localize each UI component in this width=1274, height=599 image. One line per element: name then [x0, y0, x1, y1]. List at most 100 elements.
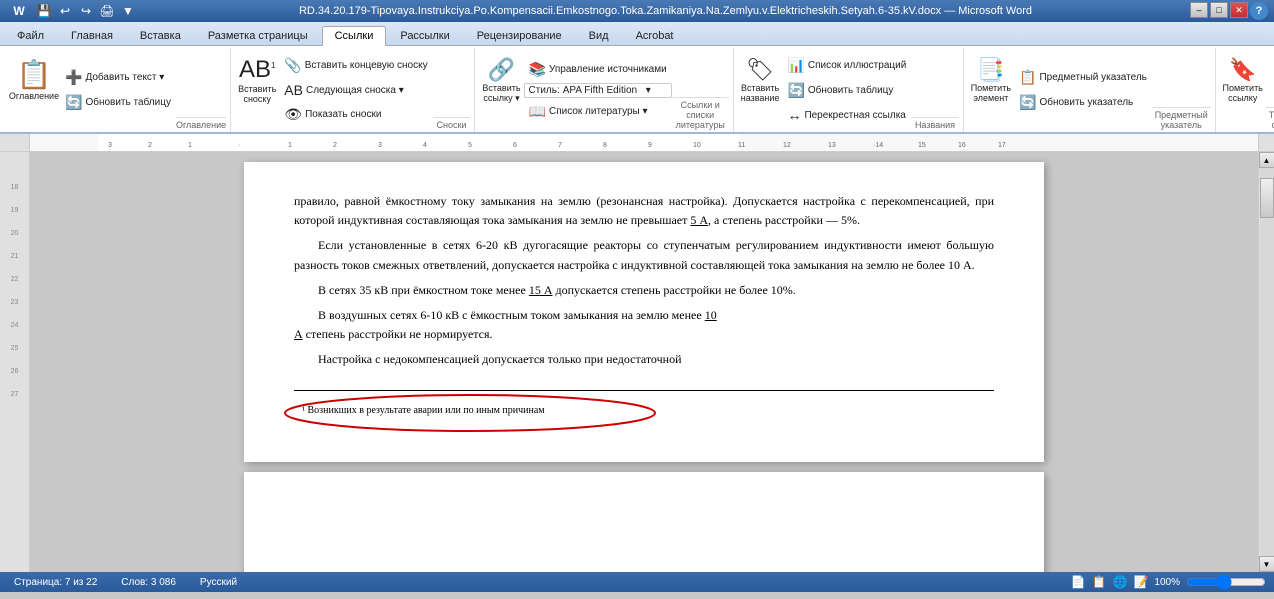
update-table-captions-button[interactable]: 🔄 Обновить таблицу [782, 79, 911, 102]
view-print-icon[interactable]: 📄 [1071, 575, 1086, 589]
document-text[interactable]: правило, равной ёмкостному току замыкани… [294, 192, 994, 423]
quick-access-toolbar: W 💾 ↩ ↪ 🖨 ▼ [6, 0, 141, 22]
cross-reference-button[interactable]: ↔ Перекрестная ссылка [782, 104, 911, 126]
ribbon-group-toc: 📋 Оглавление ➕ Добавить текст ▾ 🔄 Обнови… [4, 48, 231, 132]
customize-quick-access-icon[interactable]: ▼ [119, 2, 137, 20]
index-label: Предметный указатель [1039, 72, 1146, 83]
save-icon[interactable]: 💾 [35, 2, 53, 20]
ruler-num: 18 [11, 184, 19, 191]
tab-view[interactable]: Вид [576, 26, 622, 45]
title-bar-controls: – □ ✕ ? [1190, 2, 1268, 20]
update-table-captions-label: Обновить таблицу [808, 85, 894, 96]
insert-citation-button[interactable]: 🔗 Вставитьссылку ▾ [479, 50, 523, 112]
next-footnote-button[interactable]: AB Следующая сноска ▾ [279, 79, 432, 101]
help-button[interactable]: ? [1250, 2, 1268, 20]
right-scrollbar[interactable]: ▲ ▼ [1258, 152, 1274, 572]
tab-acrobat[interactable]: Acrobat [623, 26, 687, 45]
index-group-label: Предметный указатель [1152, 107, 1211, 130]
ruler-scroll-corner [1258, 134, 1274, 151]
insert-footnote-button[interactable]: AB1 Вставитьсноску [235, 50, 279, 112]
language[interactable]: Русский [194, 576, 243, 589]
add-text-button[interactable]: ➕ Добавить текст ▾ [60, 66, 176, 89]
svg-text:15: 15 [918, 142, 926, 149]
svg-text:·14: ·14 [873, 142, 883, 149]
footnote-area: ¹ Возникших в результате аварии или по и… [294, 390, 994, 423]
close-button[interactable]: ✕ [1230, 2, 1248, 18]
style-dropdown-arrow[interactable]: ▾ [646, 85, 651, 96]
svg-text:5: 5 [468, 142, 472, 149]
ruler-num: 21 [11, 253, 19, 260]
insert-endnote-button[interactable]: 📎 Вставить концевую сноску [279, 54, 432, 77]
insert-citation-label: Вставитьссылку ▾ [482, 83, 520, 104]
style-dropdown[interactable]: Стиль: APA Fifth Edition ▾ [524, 83, 672, 98]
svg-text:13: 13 [828, 142, 836, 149]
footnote-text: ¹ Возникших в результате аварии или по и… [294, 399, 553, 423]
toc-button[interactable]: 📋 Оглавление [8, 50, 60, 112]
bibliography-label: Список литературы ▾ [549, 106, 648, 117]
update-index-button[interactable]: 🔄 Обновить указатель [1014, 91, 1152, 114]
mark-entry-label: Пометитьэлемент [971, 83, 1011, 103]
scroll-down-button[interactable]: ▼ [1259, 556, 1274, 572]
ruler-num: 22 [11, 276, 19, 283]
status-bar: Страница: 7 из 22 Слов: 3 086 Русский 📄 … [0, 572, 1274, 592]
view-fullscreen-icon[interactable]: 📋 [1092, 575, 1107, 589]
insert-endnote-label: Вставить концевую сноску [305, 60, 428, 71]
next-footnote-label: Следующая сноска ▾ [306, 85, 404, 96]
svg-text:7: 7 [558, 142, 562, 149]
underline-15a: 15 А [529, 283, 553, 297]
scroll-thumb[interactable] [1260, 178, 1274, 218]
scroll-track [1260, 168, 1274, 556]
tab-references[interactable]: Ссылки [322, 26, 387, 46]
view-web-icon[interactable]: 🌐 [1113, 575, 1128, 589]
update-table-captions-icon: 🔄 [787, 82, 804, 99]
mark-citation-button[interactable]: 🔖 Пометитьссылку [1220, 50, 1266, 112]
svg-text:16: 16 [958, 142, 966, 149]
bibliography-button[interactable]: 📖 Список литературы ▾ [524, 100, 672, 123]
ruler-num: 26 [11, 368, 19, 375]
zoom-level: 100% [1154, 577, 1180, 588]
tab-review[interactable]: Рецензирование [464, 26, 575, 45]
zoom-slider[interactable] [1186, 576, 1266, 588]
title-bar-text: RD.34.20.179-Tipovaya.Instrukciya.Po.Kom… [141, 5, 1190, 17]
svg-text:2: 2 [333, 142, 337, 149]
style-value[interactable]: APA Fifth Edition [563, 85, 643, 96]
minimize-button[interactable]: – [1190, 2, 1208, 18]
show-notes-button[interactable]: 👁 Показать сноски [279, 103, 432, 126]
update-table-toc-button[interactable]: 🔄 Обновить таблицу [60, 91, 176, 114]
svg-text:1: 1 [188, 142, 192, 149]
tab-page-layout[interactable]: Разметка страницы [195, 26, 321, 45]
ribbon-tabs: Файл Главная Вставка Разметка страницы С… [0, 22, 1274, 46]
paragraph-4: В воздушных сетях 6-10 кВ с ёмкостным то… [294, 306, 994, 344]
mark-citation-label: Пометитьссылку [1223, 83, 1263, 103]
scroll-up-button[interactable]: ▲ [1259, 152, 1274, 168]
word-count[interactable]: Слов: 3 086 [115, 576, 182, 589]
ruler-num: 23 [11, 299, 19, 306]
mark-citation-icon: 🔖 [1229, 59, 1256, 81]
underline-5a: 5 А [690, 213, 708, 227]
manage-sources-button[interactable]: 📚 Управление источниками [524, 58, 672, 81]
tab-mailings[interactable]: Рассылки [387, 26, 462, 45]
svg-text:4: 4 [423, 142, 427, 149]
tab-insert[interactable]: Вставка [127, 26, 194, 45]
svg-text:9: 9 [648, 142, 652, 149]
show-notes-label: Показать сноски [305, 109, 381, 120]
view-draft-icon[interactable]: 📝 [1133, 575, 1148, 589]
index-button[interactable]: 📋 Предметный указатель [1014, 66, 1152, 89]
paragraph-5: Настройка с недокомпенсацией допускается… [294, 350, 994, 369]
document-content-area[interactable]: правило, равной ёмкостному току замыкани… [30, 152, 1258, 572]
citations-group-label: Ссылки и списки литературы [672, 97, 729, 130]
mark-entry-button[interactable]: 📑 Пометитьэлемент [968, 50, 1014, 112]
tab-home[interactable]: Главная [58, 26, 126, 45]
document-page-1: правило, равной ёмкостному току замыкани… [244, 162, 1044, 462]
page-info[interactable]: Страница: 7 из 22 [8, 576, 103, 589]
tab-file[interactable]: Файл [4, 26, 57, 45]
undo-icon[interactable]: ↩ [56, 2, 74, 20]
figures-list-button[interactable]: 📊 Список иллюстраций [782, 54, 911, 77]
quick-print-icon[interactable]: 🖨 [98, 2, 116, 20]
redo-icon[interactable]: ↪ [77, 2, 95, 20]
update-table-toc-icon: 🔄 [65, 94, 82, 111]
maximize-button[interactable]: □ [1210, 2, 1228, 18]
show-notes-icon: 👁 [284, 106, 302, 123]
ruler-num: 27 [11, 391, 19, 398]
insert-caption-button[interactable]: 🏷 Вставитьназвание [738, 50, 783, 112]
